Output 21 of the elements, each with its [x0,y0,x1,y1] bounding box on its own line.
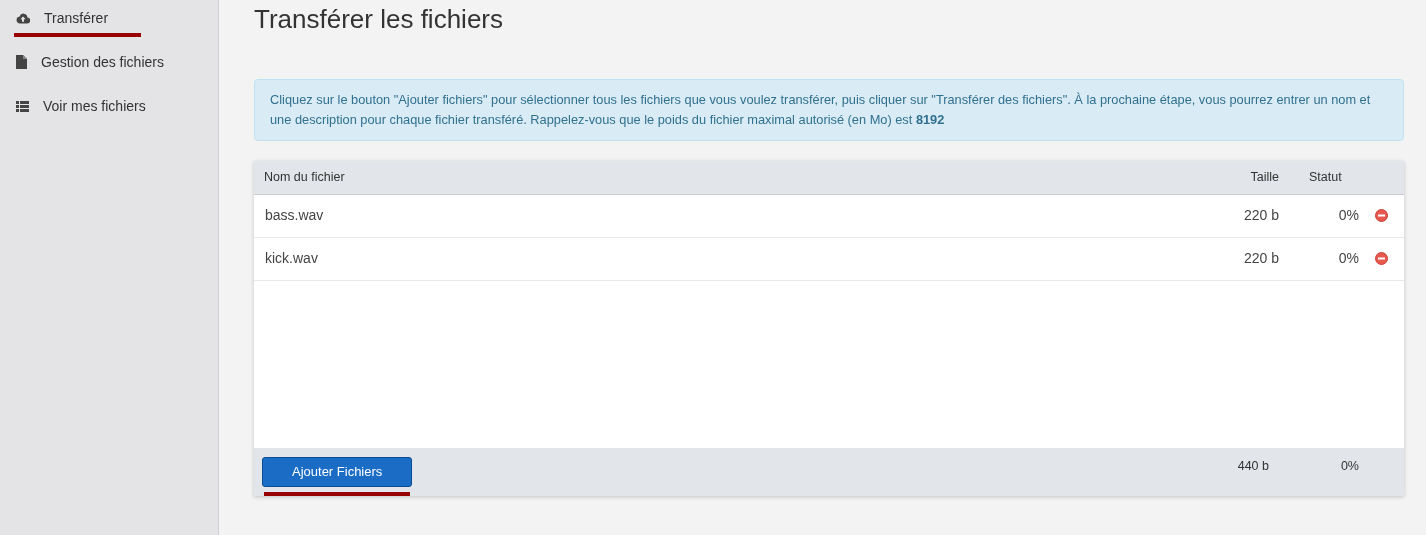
table-cell-text: 220 b [1242,249,1279,269]
column-header: Statut [1308,168,1343,186]
total-size: 440 b [1236,458,1269,476]
info-alert: Cliquez sur le bouton "Ajouter fichiers" pour sélectionner tous les fichiers que vous voulez transférer, puis cliquer sur "Transférer des fichiers". À la prochaine étape, vous pourrez entrer un nom et une description pour chaque fichier transféré. Rappelez-vous que le poids du fichier maximal autorisé (en Mo) est 8192 [254,79,1404,141]
table-cell-text: 220 b [1242,206,1279,226]
sidebar-item[interactable]: Transférer [0,0,218,40]
column-header: Taille [1249,168,1279,186]
page-title: Transférer les fichiers [254,4,504,36]
table-cell-text: bass.wav [264,206,325,226]
table-cell-text: 0% [1337,249,1359,269]
sidebar-item[interactable]: Voir mes fichiers [0,84,218,128]
cloud-upload-icon [16,12,30,24]
table-cell-text: kick.wav [264,249,319,269]
column-header: Nom du fichier [263,168,346,186]
table-cell-text: 0% [1337,206,1359,226]
sidebar-item[interactable]: Gestion des fichiers [0,40,218,84]
total-status: 0% [1339,458,1359,476]
remove-icon[interactable] [1375,209,1388,223]
remove-icon[interactable] [1375,252,1388,266]
file-icon [16,55,27,69]
list-icon [16,100,29,112]
